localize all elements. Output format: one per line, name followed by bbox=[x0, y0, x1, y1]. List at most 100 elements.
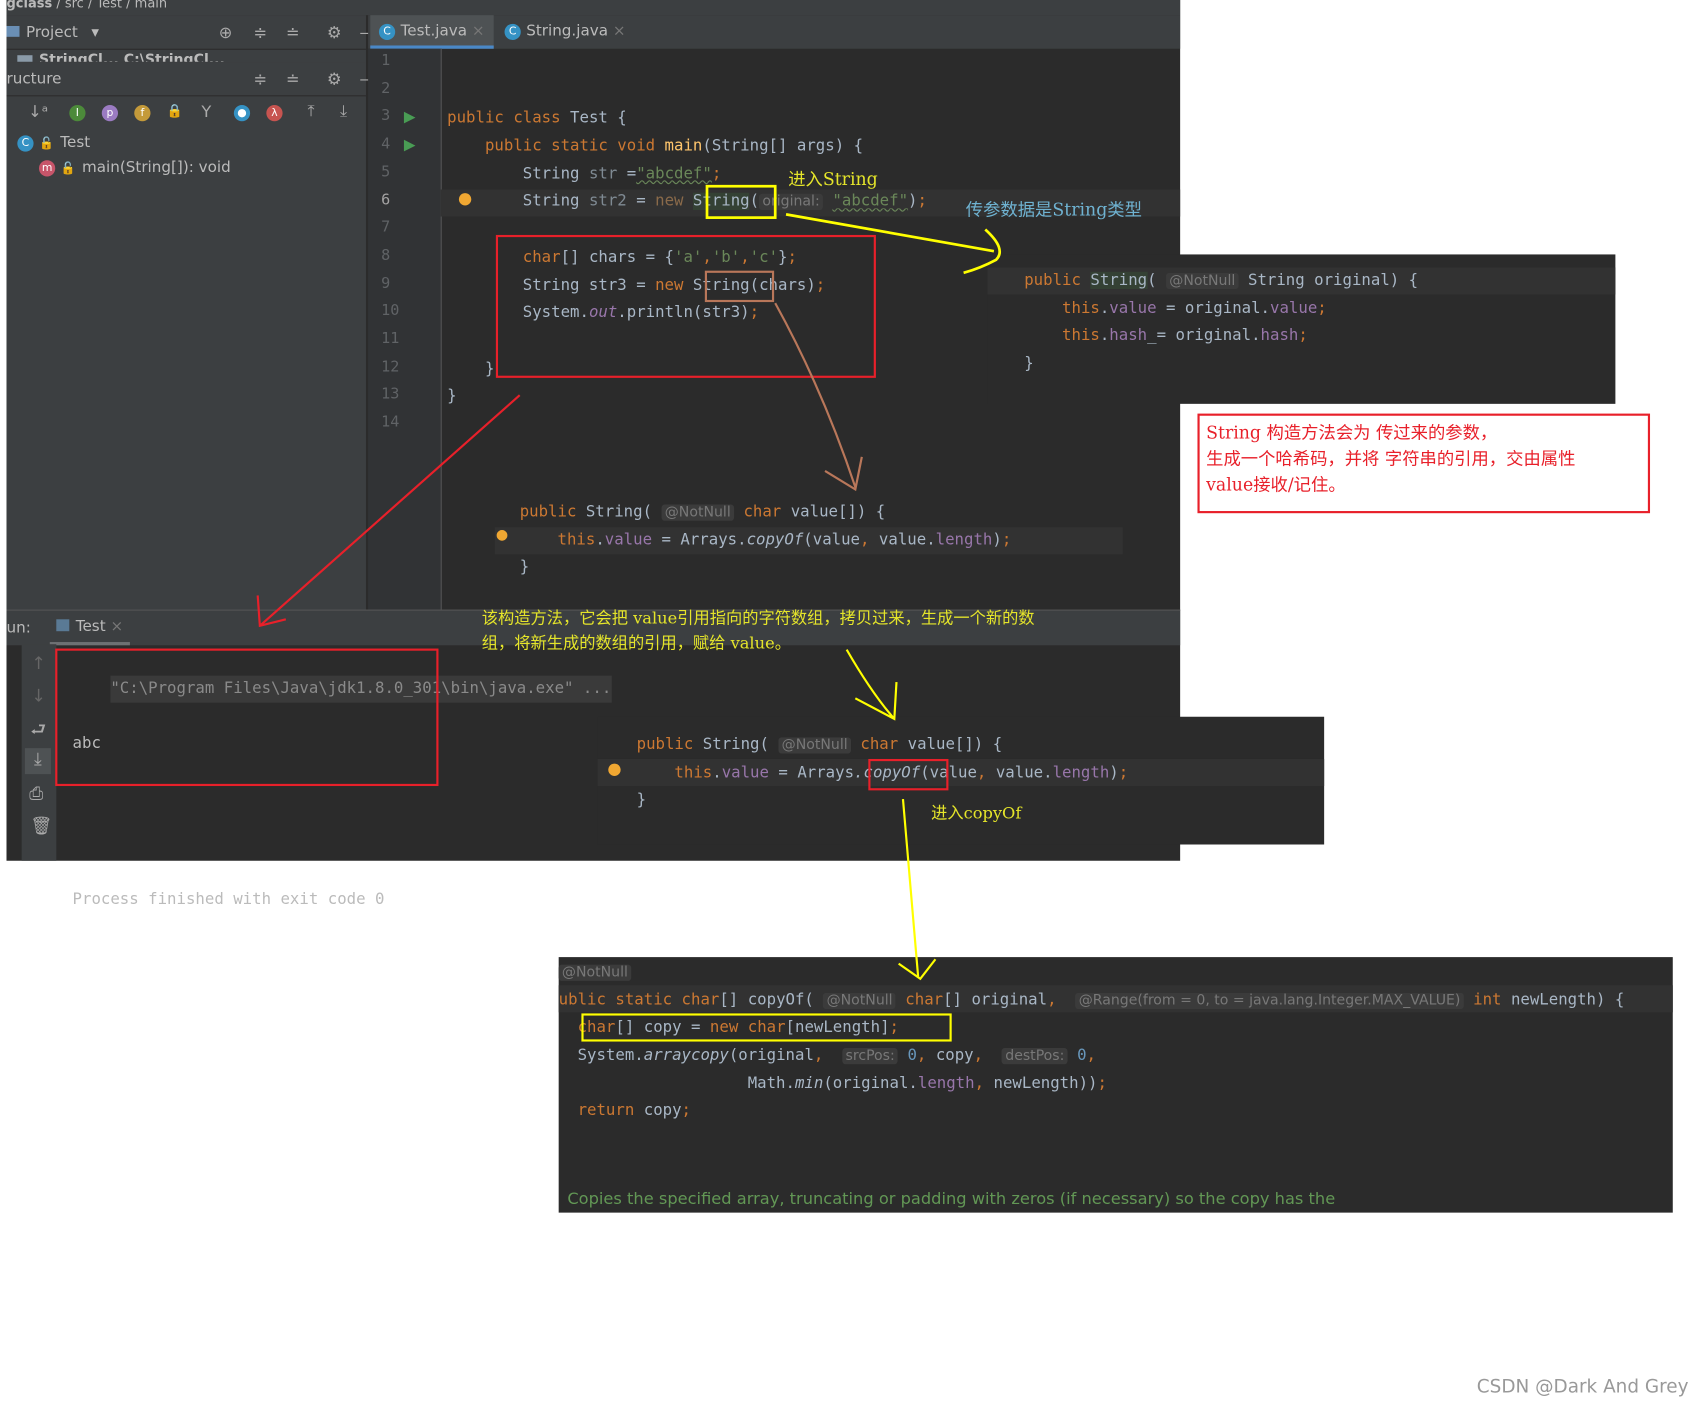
run-gutter-icon[interactable]: ▶ bbox=[404, 136, 416, 153]
code-token: ; bbox=[1118, 764, 1129, 782]
code-token: ( bbox=[1147, 271, 1167, 290]
down-arrow-icon[interactable]: ↓ bbox=[31, 685, 46, 706]
code-line: public String( @NotNull char value[]) { bbox=[637, 732, 1129, 760]
code-line: } bbox=[637, 788, 1129, 816]
print-icon[interactable]: ⎙ bbox=[29, 783, 43, 805]
code-token: } bbox=[447, 387, 457, 406]
code-token: System. bbox=[558, 1047, 644, 1065]
code-token: min bbox=[794, 1074, 824, 1093]
code-token: value bbox=[1109, 299, 1157, 317]
tab-test-java[interactable]: C Test.java × bbox=[370, 15, 494, 49]
lambda-icon[interactable]: λ bbox=[266, 105, 283, 122]
code-token: String bbox=[1090, 271, 1148, 290]
lightbulb-icon[interactable]: ● bbox=[496, 527, 508, 543]
code-token: } bbox=[519, 559, 530, 577]
run-tab-test[interactable]: Test × bbox=[49, 611, 130, 646]
autoscroll-from-source-icon[interactable]: ⤓ bbox=[340, 101, 347, 120]
code-token: . bbox=[1099, 327, 1110, 345]
code-token: ; bbox=[815, 276, 826, 294]
annotation-line: 组，将新生成的数组的引用，赋给 value。 bbox=[481, 633, 791, 653]
code-token: char bbox=[895, 991, 944, 1009]
code-line: char[] copy = new char[newLength]; bbox=[559, 1015, 1625, 1043]
code-token: public static void bbox=[447, 137, 665, 155]
project-tree-root[interactable]: StringCl... C:\StringCl... bbox=[6, 50, 365, 62]
trash-icon[interactable]: 🗑 bbox=[30, 815, 52, 836]
code-editor[interactable]: public class Test { public static void m… bbox=[447, 50, 927, 439]
code-token: Test { bbox=[570, 109, 627, 128]
collapse-all-icon[interactable]: ≐ bbox=[286, 16, 300, 48]
sort-alpha-icon[interactable]: ↓ᵃ bbox=[28, 102, 48, 121]
breadcrumb-item[interactable]: gclass bbox=[6, 0, 52, 11]
gear-icon[interactable]: ⚙ bbox=[327, 63, 342, 95]
project-dropdown[interactable]: Project ▾ bbox=[6, 24, 99, 41]
code-token: "abcdef" bbox=[832, 193, 909, 211]
ctor-note-box: String 构造方法会为 传过来的参数， 生成一个哈希码，并将 字符串的引用，… bbox=[1197, 413, 1651, 514]
structure-toolbar: ↓ᵃ I p f 🔒 Y ● λ ⤒ ⤓ bbox=[6, 97, 365, 127]
code-token: int bbox=[1463, 991, 1511, 1009]
run-tab-label: Test bbox=[75, 618, 106, 636]
scroll-to-end-icon[interactable]: ⤓ bbox=[24, 748, 51, 775]
code-token: String original) { bbox=[1238, 271, 1419, 290]
code-token: (String[] args) { bbox=[702, 137, 864, 155]
char-ctor-annotation: 该构造方法，它会把 value引用指向的字符数组，拷贝过来，生成一个新的数 组，… bbox=[482, 606, 1035, 656]
circle-icon[interactable]: ● bbox=[233, 105, 251, 122]
tree-item-method[interactable]: m 🔓 main(String[]): void bbox=[38, 159, 231, 177]
console-line: Process finished with exit code 0 bbox=[72, 891, 385, 909]
tree-label: Test bbox=[60, 134, 91, 152]
run-gutter-icon[interactable]: ▶ bbox=[404, 108, 416, 125]
tab-string-java[interactable]: C String.java × bbox=[496, 15, 634, 49]
code-token: this bbox=[1024, 327, 1100, 345]
breadcrumb-item[interactable]: src bbox=[65, 0, 84, 11]
code-token: } bbox=[447, 360, 495, 378]
code-token: = bbox=[617, 165, 637, 183]
collapse-all-icon[interactable]: ≐ bbox=[286, 63, 300, 95]
properties-icon[interactable]: p bbox=[101, 105, 119, 122]
fields-icon[interactable]: f bbox=[134, 105, 151, 122]
anonymous-icon[interactable]: Y bbox=[201, 102, 211, 121]
gear-icon[interactable]: ⚙ bbox=[327, 16, 342, 48]
code-token: String( bbox=[702, 736, 779, 754]
line-number: 2 bbox=[381, 79, 391, 98]
breadcrumb-item[interactable]: Test bbox=[96, 0, 122, 11]
tree-item-class[interactable]: C 🔓 Test bbox=[17, 134, 91, 152]
code-token: , bbox=[860, 531, 879, 549]
console-output[interactable]: "C:\Program Files\Java\jdk1.8.0_301\bin\… bbox=[73, 647, 612, 969]
expand-all-icon[interactable]: ≑ bbox=[253, 16, 267, 48]
javadoc-text: Copies the specified array, truncating o… bbox=[567, 1188, 1336, 1209]
breadcrumb-item[interactable]: main bbox=[135, 0, 167, 11]
close-icon[interactable]: × bbox=[472, 23, 485, 40]
code-token: str2 bbox=[588, 193, 627, 211]
close-icon[interactable]: × bbox=[613, 23, 626, 40]
class-icon: C bbox=[504, 23, 521, 40]
locate-icon[interactable]: ⊕ bbox=[219, 16, 233, 48]
param-type-annotation: 传参数据是String类型 bbox=[965, 199, 1142, 220]
up-arrow-icon[interactable]: ↑ bbox=[31, 653, 46, 674]
code-line: } bbox=[447, 356, 927, 384]
parameter-hint: srcPos: bbox=[842, 1048, 898, 1065]
code-token: this bbox=[636, 764, 713, 782]
tab-label: Test.java bbox=[400, 22, 468, 41]
lock-icon[interactable]: 🔒 bbox=[167, 103, 183, 118]
enter-copyof-annotation: 进入copyOf bbox=[931, 803, 1022, 823]
code-token: 0 bbox=[1067, 1047, 1087, 1065]
soft-wrap-icon[interactable]: ⮐ bbox=[30, 718, 46, 747]
expand-all-icon[interactable]: ≑ bbox=[253, 63, 267, 95]
autoscroll-to-source-icon[interactable]: ⤒ bbox=[307, 101, 314, 120]
inherited-icon[interactable]: I bbox=[69, 105, 86, 122]
code-token: , bbox=[916, 1047, 936, 1065]
line-number: 13 bbox=[381, 385, 400, 404]
code-line: } bbox=[520, 555, 1012, 583]
parameter-hint: original: bbox=[759, 194, 823, 211]
structure-title: ructure bbox=[6, 70, 62, 88]
tree-label: main(String[]): void bbox=[81, 159, 231, 177]
code-line: this.value = Arrays.copyOf(value, value.… bbox=[636, 760, 1129, 788]
line-number: 8 bbox=[381, 246, 391, 265]
code-token: [newLength] bbox=[785, 1019, 890, 1037]
lightbulb-icon[interactable]: ● bbox=[607, 759, 621, 778]
line-number: 7 bbox=[381, 218, 391, 237]
code-token: String( bbox=[585, 503, 662, 521]
close-icon[interactable]: × bbox=[110, 618, 123, 635]
project-panel-header: Project ▾ ⊕ ≑ ≐ ⚙ — bbox=[6, 16, 376, 50]
